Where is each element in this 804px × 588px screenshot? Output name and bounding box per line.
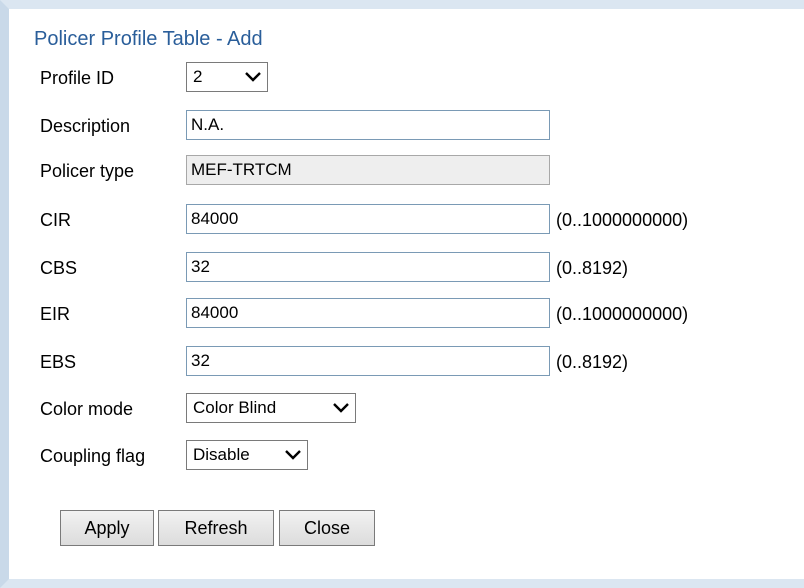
cbs-label: CBS <box>40 258 78 278</box>
color-mode-row: Color mode Color Blind <box>0 393 804 427</box>
coupling-flag-value: Disable <box>193 445 250 464</box>
profile-id-label: Profile ID <box>40 68 115 88</box>
cir-label: CIR <box>40 210 71 230</box>
color-mode-select[interactable]: Color Blind <box>186 393 356 423</box>
cbs-input[interactable]: 32 <box>186 252 550 282</box>
policer-type-row: Policer type MEF-TRTCM <box>0 155 804 189</box>
profile-id-value: 2 <box>193 67 203 86</box>
cbs-row: CBS 32 (0..8192) <box>0 252 804 286</box>
ebs-range: (0..8192) <box>556 352 629 372</box>
chevron-down-icon <box>245 72 261 82</box>
description-row: Description N.A. <box>0 110 804 144</box>
description-input[interactable]: N.A. <box>186 110 550 140</box>
cir-row: CIR 84000 (0..1000000000) <box>0 204 804 238</box>
close-button[interactable]: Close <box>279 510 375 546</box>
ebs-input[interactable]: 32 <box>186 346 550 376</box>
cir-input[interactable]: 84000 <box>186 204 550 234</box>
policer-type-field: MEF-TRTCM <box>186 155 550 185</box>
color-mode-label: Color mode <box>40 399 134 419</box>
coupling-flag-label: Coupling flag <box>40 446 146 466</box>
coupling-flag-select[interactable]: Disable <box>186 440 308 470</box>
apply-button[interactable]: Apply <box>60 510 154 546</box>
ebs-row: EBS 32 (0..8192) <box>0 346 804 380</box>
eir-row: EIR 84000 (0..1000000000) <box>0 298 804 332</box>
description-label: Description <box>40 116 131 136</box>
cir-range: (0..1000000000) <box>556 210 689 230</box>
cbs-range: (0..8192) <box>556 258 629 278</box>
coupling-flag-row: Coupling flag Disable <box>0 440 804 474</box>
eir-range: (0..1000000000) <box>556 304 689 324</box>
profile-id-row: Profile ID 2 <box>0 62 804 96</box>
dialog-title: Policer Profile Table - Add <box>34 28 263 50</box>
chevron-down-icon <box>333 403 349 413</box>
color-mode-value: Color Blind <box>193 398 277 417</box>
eir-input[interactable]: 84000 <box>186 298 550 328</box>
profile-id-select[interactable]: 2 <box>186 62 268 92</box>
ebs-label: EBS <box>40 352 77 372</box>
policer-type-label: Policer type <box>40 161 135 181</box>
chevron-down-icon <box>285 450 301 460</box>
refresh-button[interactable]: Refresh <box>158 510 274 546</box>
eir-label: EIR <box>40 304 71 324</box>
